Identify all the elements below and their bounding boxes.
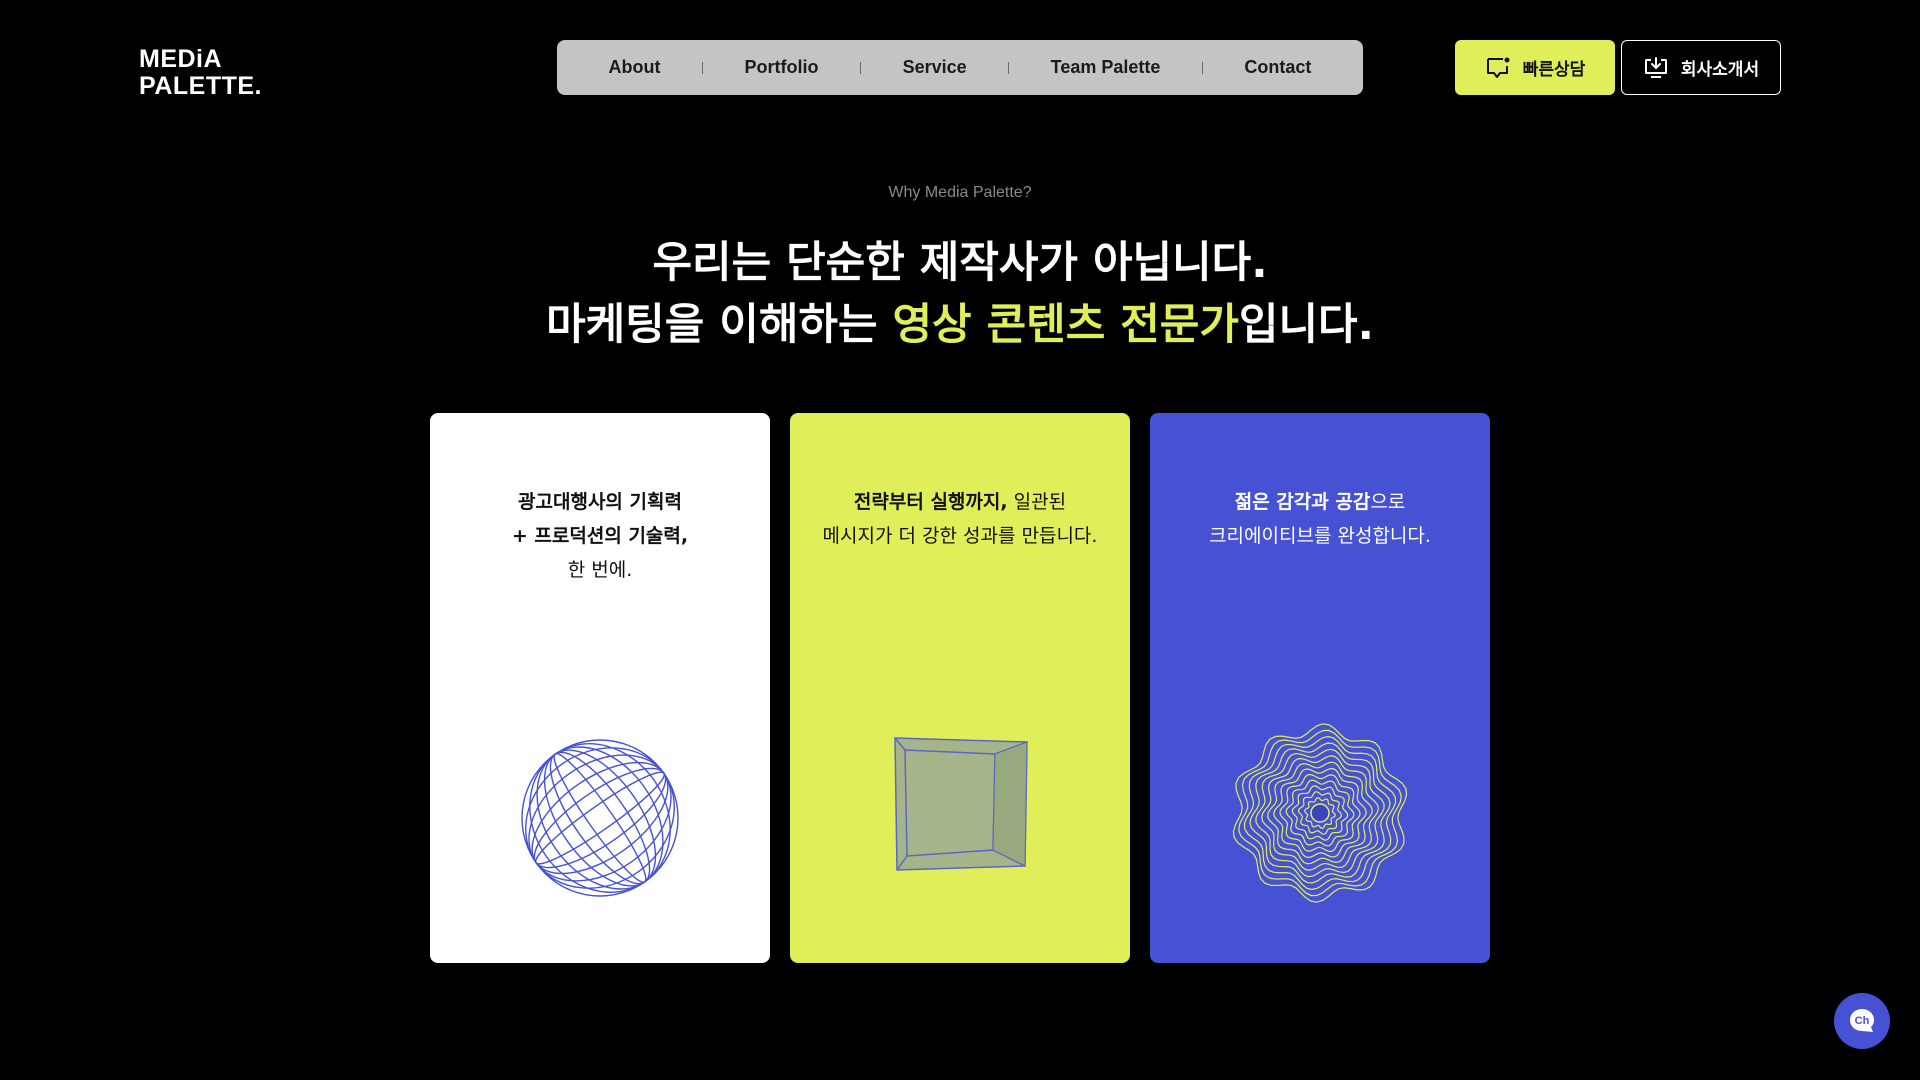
card-text: 젊은 감각과 공감으로 크리에이티브를 완성합니다.: [1150, 485, 1490, 553]
nav-divider: [860, 61, 862, 74]
headline-highlight: 영상 콘텐츠 전문가: [892, 300, 1239, 350]
chat-bubble-icon: [1485, 56, 1511, 80]
download-monitor-icon: [1643, 56, 1669, 80]
wave-center-dot: [1310, 803, 1330, 823]
headline-line-2-pre: 마케팅을 이해하는: [546, 300, 893, 350]
nav-divider: [702, 61, 704, 74]
wave-rings-icon: [1230, 723, 1410, 907]
company-brochure-button[interactable]: 회사소개서: [1621, 40, 1781, 95]
card-3-bold-1: 젊은 감각과 공감: [1234, 491, 1371, 513]
chat-label: Ch: [1855, 1015, 1870, 1027]
card-1-bold-1: 광고대행사의 기획력: [518, 491, 682, 513]
card-3-text-1: 으로: [1370, 491, 1406, 513]
feature-card-creative: 젊은 감각과 공감으로 크리에이티브를 완성합니다.: [1150, 413, 1490, 963]
nav-portfolio[interactable]: Portfolio: [745, 57, 819, 78]
main-nav: About Portfolio Service Team Palette Con…: [557, 40, 1363, 95]
card-text: 전략부터 실행까지, 일관된 메시지가 더 강한 성과를 만듭니다.: [790, 485, 1130, 553]
quick-consult-label: 빠른상담: [1522, 60, 1586, 80]
section-headline: 우리는 단순한 제작사가 아닙니다. 마케팅을 이해하는 영상 콘텐츠 전문가입…: [0, 232, 1920, 356]
card-1-text-3: 한 번에.: [567, 559, 633, 581]
cube-frame-icon: [885, 728, 1035, 882]
logo-line-2: PALETTE.: [139, 72, 262, 100]
nav-divider: [1008, 61, 1010, 74]
card-2-text-1: 일관된: [1007, 491, 1067, 513]
headline-line-1: 우리는 단순한 제작사가 아닙니다.: [652, 238, 1268, 288]
feature-card-strategy: 전략부터 실행까지, 일관된 메시지가 더 강한 성과를 만듭니다.: [790, 413, 1130, 963]
nav-team-palette[interactable]: Team Palette: [1051, 57, 1161, 78]
channel-chat-icon: Ch: [1850, 1009, 1874, 1032]
logo-line-1: MEDiA: [139, 45, 223, 73]
nav-about[interactable]: About: [609, 57, 661, 78]
card-1-bold-2: + 프로덕션의 기술력,: [511, 525, 689, 547]
nav-service[interactable]: Service: [903, 57, 967, 78]
headline-line-2-post: 입니다.: [1238, 300, 1374, 350]
nav-contact[interactable]: Contact: [1244, 57, 1311, 78]
channel-chat-button[interactable]: Ch: [1834, 993, 1890, 1049]
logo[interactable]: MEDiA PALETTE.: [139, 46, 262, 100]
card-text: 광고대행사의 기획력 + 프로덕션의 기술력, 한 번에.: [430, 485, 770, 587]
quick-consult-button[interactable]: 빠른상담: [1455, 40, 1615, 95]
card-2-bold-1: 전략부터 실행까지,: [853, 491, 1008, 513]
wireframe-sphere-icon: [515, 733, 685, 907]
card-2-text-2: 메시지가 더 강한 성과를 만듭니다.: [822, 525, 1098, 547]
section-eyebrow: Why Media Palette?: [888, 184, 1032, 201]
feature-card-planning: 광고대행사의 기획력 + 프로덕션의 기술력, 한 번에.: [430, 413, 770, 963]
nav-divider: [1201, 61, 1203, 74]
company-brochure-label: 회사소개서: [1680, 60, 1760, 80]
headline-line-2: 마케팅을 이해하는 영상 콘텐츠 전문가입니다.: [0, 294, 1920, 356]
card-3-text-2: 크리에이티브를 완성합니다.: [1209, 525, 1431, 547]
page: MEDiA PALETTE. About Portfolio Service T…: [0, 0, 1920, 1080]
